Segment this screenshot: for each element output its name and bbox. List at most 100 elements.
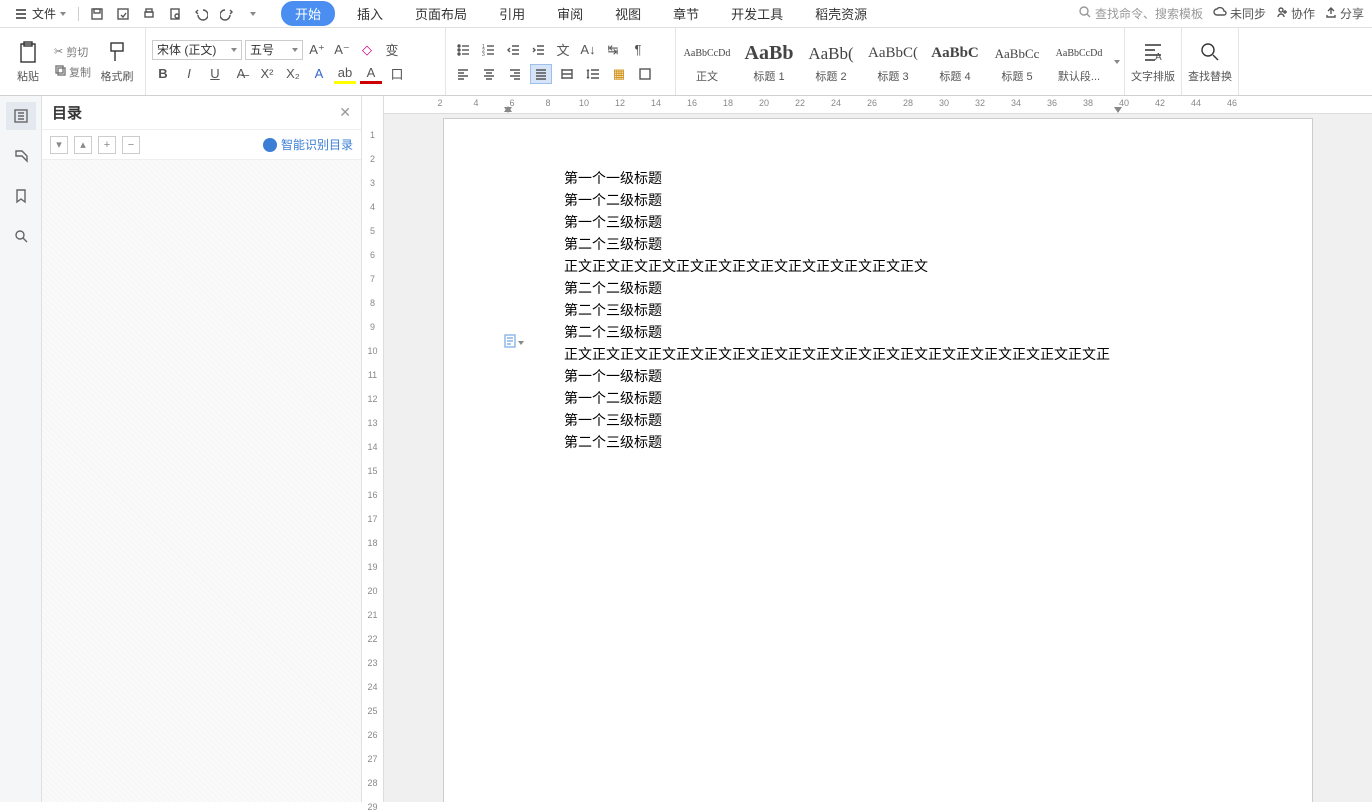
tag-pane-icon[interactable] — [6, 142, 36, 170]
bookmark-pane-icon[interactable] — [6, 182, 36, 210]
expand-icon[interactable]: ▴ — [74, 136, 92, 154]
tab-page-layout[interactable]: 页面布局 — [405, 1, 477, 26]
horizontal-ruler[interactable]: 2468101214161820222426283032343638404244… — [384, 96, 1372, 113]
numbering-icon[interactable]: 123 — [477, 40, 499, 60]
document-paragraph[interactable]: 第一个二级标题 — [564, 191, 1192, 213]
strikethrough-icon[interactable]: A̶ — [230, 64, 252, 84]
style-标题 1[interactable]: AaBb标题 1 — [738, 28, 800, 95]
style-标题 4[interactable]: AaBbC标题 4 — [924, 28, 986, 95]
align-right-icon[interactable] — [504, 64, 526, 84]
collab-button[interactable]: 协作 — [1276, 5, 1315, 22]
decrease-indent-icon[interactable] — [502, 40, 524, 60]
auto-detect-toc[interactable]: 智能识别目录 — [263, 136, 353, 153]
font-size-select[interactable]: 五号 — [245, 40, 303, 60]
collapse-icon[interactable]: ▾ — [50, 136, 68, 154]
style-标题 2[interactable]: AaBb(标题 2 — [800, 28, 862, 95]
tab-insert[interactable]: 插入 — [347, 1, 393, 26]
document-paragraph[interactable]: 第一个三级标题 — [564, 411, 1192, 433]
document-paragraph[interactable]: 正文正文正文正文正文正文正文正文正文正文正文正文正文正文正文正文正文正文正文正 — [564, 345, 1192, 367]
style-正文[interactable]: AaBbCcDd正文 — [676, 28, 738, 95]
align-left-icon[interactable] — [452, 64, 474, 84]
document-paragraph[interactable]: 第二个三级标题 — [564, 301, 1192, 323]
close-icon[interactable]: ✕ — [339, 104, 351, 121]
increase-font-icon[interactable]: A⁺ — [306, 40, 328, 60]
ruler-tick: 14 — [362, 442, 383, 452]
shading-icon[interactable]: ▦ — [608, 64, 630, 84]
subscript-icon[interactable]: X₂ — [282, 64, 304, 84]
italic-icon[interactable]: I — [178, 64, 200, 84]
qat-dropdown-icon[interactable] — [241, 2, 265, 26]
find-group: 查找替换 — [1182, 28, 1239, 95]
tab-resources[interactable]: 稻壳资源 — [805, 1, 877, 26]
document-paragraph[interactable]: 第二个二级标题 — [564, 279, 1192, 301]
typesetting-button[interactable]: A 文字排版 — [1131, 40, 1175, 84]
print-icon[interactable] — [137, 2, 161, 26]
clear-format-icon[interactable]: ◇ — [356, 40, 378, 60]
tab-dev-tools[interactable]: 开发工具 — [721, 1, 793, 26]
page-scroll-area[interactable]: 第一个一级标题第一个二级标题第一个三级标题第二个三级标题正文正文正文正文正文正文… — [384, 114, 1372, 802]
undo-icon[interactable] — [189, 2, 213, 26]
copy-button[interactable]: 复制 — [52, 63, 93, 81]
print-preview-icon[interactable] — [163, 2, 187, 26]
underline-icon[interactable]: U — [204, 64, 226, 84]
paste-button[interactable]: 粘贴 — [6, 40, 50, 84]
style-默认段...[interactable]: AaBbCcDd默认段... — [1048, 28, 1110, 95]
style-preview: AaBbC — [931, 40, 979, 68]
line-spacing-icon[interactable] — [582, 64, 604, 84]
distribute-icon[interactable] — [556, 64, 578, 84]
remove-level-icon[interactable]: − — [122, 136, 140, 154]
bullets-icon[interactable] — [452, 40, 474, 60]
align-center-icon[interactable] — [478, 64, 500, 84]
tab-home[interactable]: 开始 — [281, 1, 335, 26]
char-border-icon[interactable]: ⼝ — [386, 64, 408, 84]
phonetic-icon[interactable]: 变 — [381, 40, 403, 60]
sync-status[interactable]: 未同步 — [1213, 5, 1266, 22]
highlight-icon[interactable]: ab — [334, 64, 356, 84]
style-标题 3[interactable]: AaBbC(标题 3 — [862, 28, 924, 95]
document-paragraph[interactable]: 第二个三级标题 — [564, 235, 1192, 257]
tab-mark-icon[interactable]: ↹ — [602, 40, 624, 60]
file-menu-label: 文件 — [32, 5, 56, 22]
file-menu[interactable]: 文件 — [8, 3, 72, 24]
document-page[interactable]: 第一个一级标题第一个二级标题第一个三级标题第二个三级标题正文正文正文正文正文正文… — [443, 118, 1313, 802]
find-replace-button[interactable]: 查找替换 — [1188, 40, 1232, 84]
tab-review[interactable]: 审阅 — [547, 1, 593, 26]
document-paragraph[interactable]: 第二个三级标题 — [564, 433, 1192, 455]
redo-icon[interactable] — [215, 2, 239, 26]
document-paragraph[interactable]: 第一个一级标题 — [564, 169, 1192, 191]
style-标题 5[interactable]: AaBbCc标题 5 — [986, 28, 1048, 95]
text-effect-icon[interactable]: A — [308, 64, 330, 84]
font-name-select[interactable]: 宋体 (正文) — [152, 40, 242, 60]
document-paragraph[interactable]: 第一个一级标题 — [564, 367, 1192, 389]
format-painter-button[interactable]: 格式刷 — [95, 40, 139, 84]
tab-sections[interactable]: 章节 — [663, 1, 709, 26]
show-marks-icon[interactable]: ¶ — [627, 40, 649, 60]
document-paragraph[interactable]: 第一个三级标题 — [564, 213, 1192, 235]
document-paragraph[interactable]: 第二个三级标题 — [564, 323, 1192, 345]
asian-layout-icon[interactable]: 文 — [552, 40, 574, 60]
command-search[interactable]: 查找命令、搜索模板 — [1079, 5, 1203, 22]
font-color-icon[interactable]: A — [360, 64, 382, 84]
document-paragraph[interactable]: 第一个二级标题 — [564, 389, 1192, 411]
align-justify-icon[interactable] — [530, 64, 552, 84]
add-level-icon[interactable]: + — [98, 136, 116, 154]
search-pane-icon[interactable] — [6, 222, 36, 250]
style-name: 标题 3 — [877, 68, 908, 84]
save-as-icon[interactable] — [111, 2, 135, 26]
sort-icon[interactable]: A↓ — [577, 40, 599, 60]
cut-button[interactable]: ✂剪切 — [52, 43, 93, 61]
borders-icon[interactable] — [634, 64, 656, 84]
tab-references[interactable]: 引用 — [489, 1, 535, 26]
decrease-font-icon[interactable]: A⁻ — [331, 40, 353, 60]
share-button[interactable]: 分享 — [1325, 5, 1364, 22]
vertical-ruler[interactable]: 1234567891011121314151617181920212223242… — [362, 96, 384, 802]
increase-indent-icon[interactable] — [527, 40, 549, 60]
outline-pane-icon[interactable] — [6, 102, 36, 130]
ruler-tick: 8 — [362, 298, 383, 308]
styles-dropdown-icon[interactable] — [1110, 28, 1124, 95]
bold-icon[interactable]: B — [152, 64, 174, 84]
save-icon[interactable] — [85, 2, 109, 26]
document-paragraph[interactable]: 正文正文正文正文正文正文正文正文正文正文正文正文正文 — [564, 257, 1192, 279]
superscript-icon[interactable]: X² — [256, 64, 278, 84]
tab-view[interactable]: 视图 — [605, 1, 651, 26]
